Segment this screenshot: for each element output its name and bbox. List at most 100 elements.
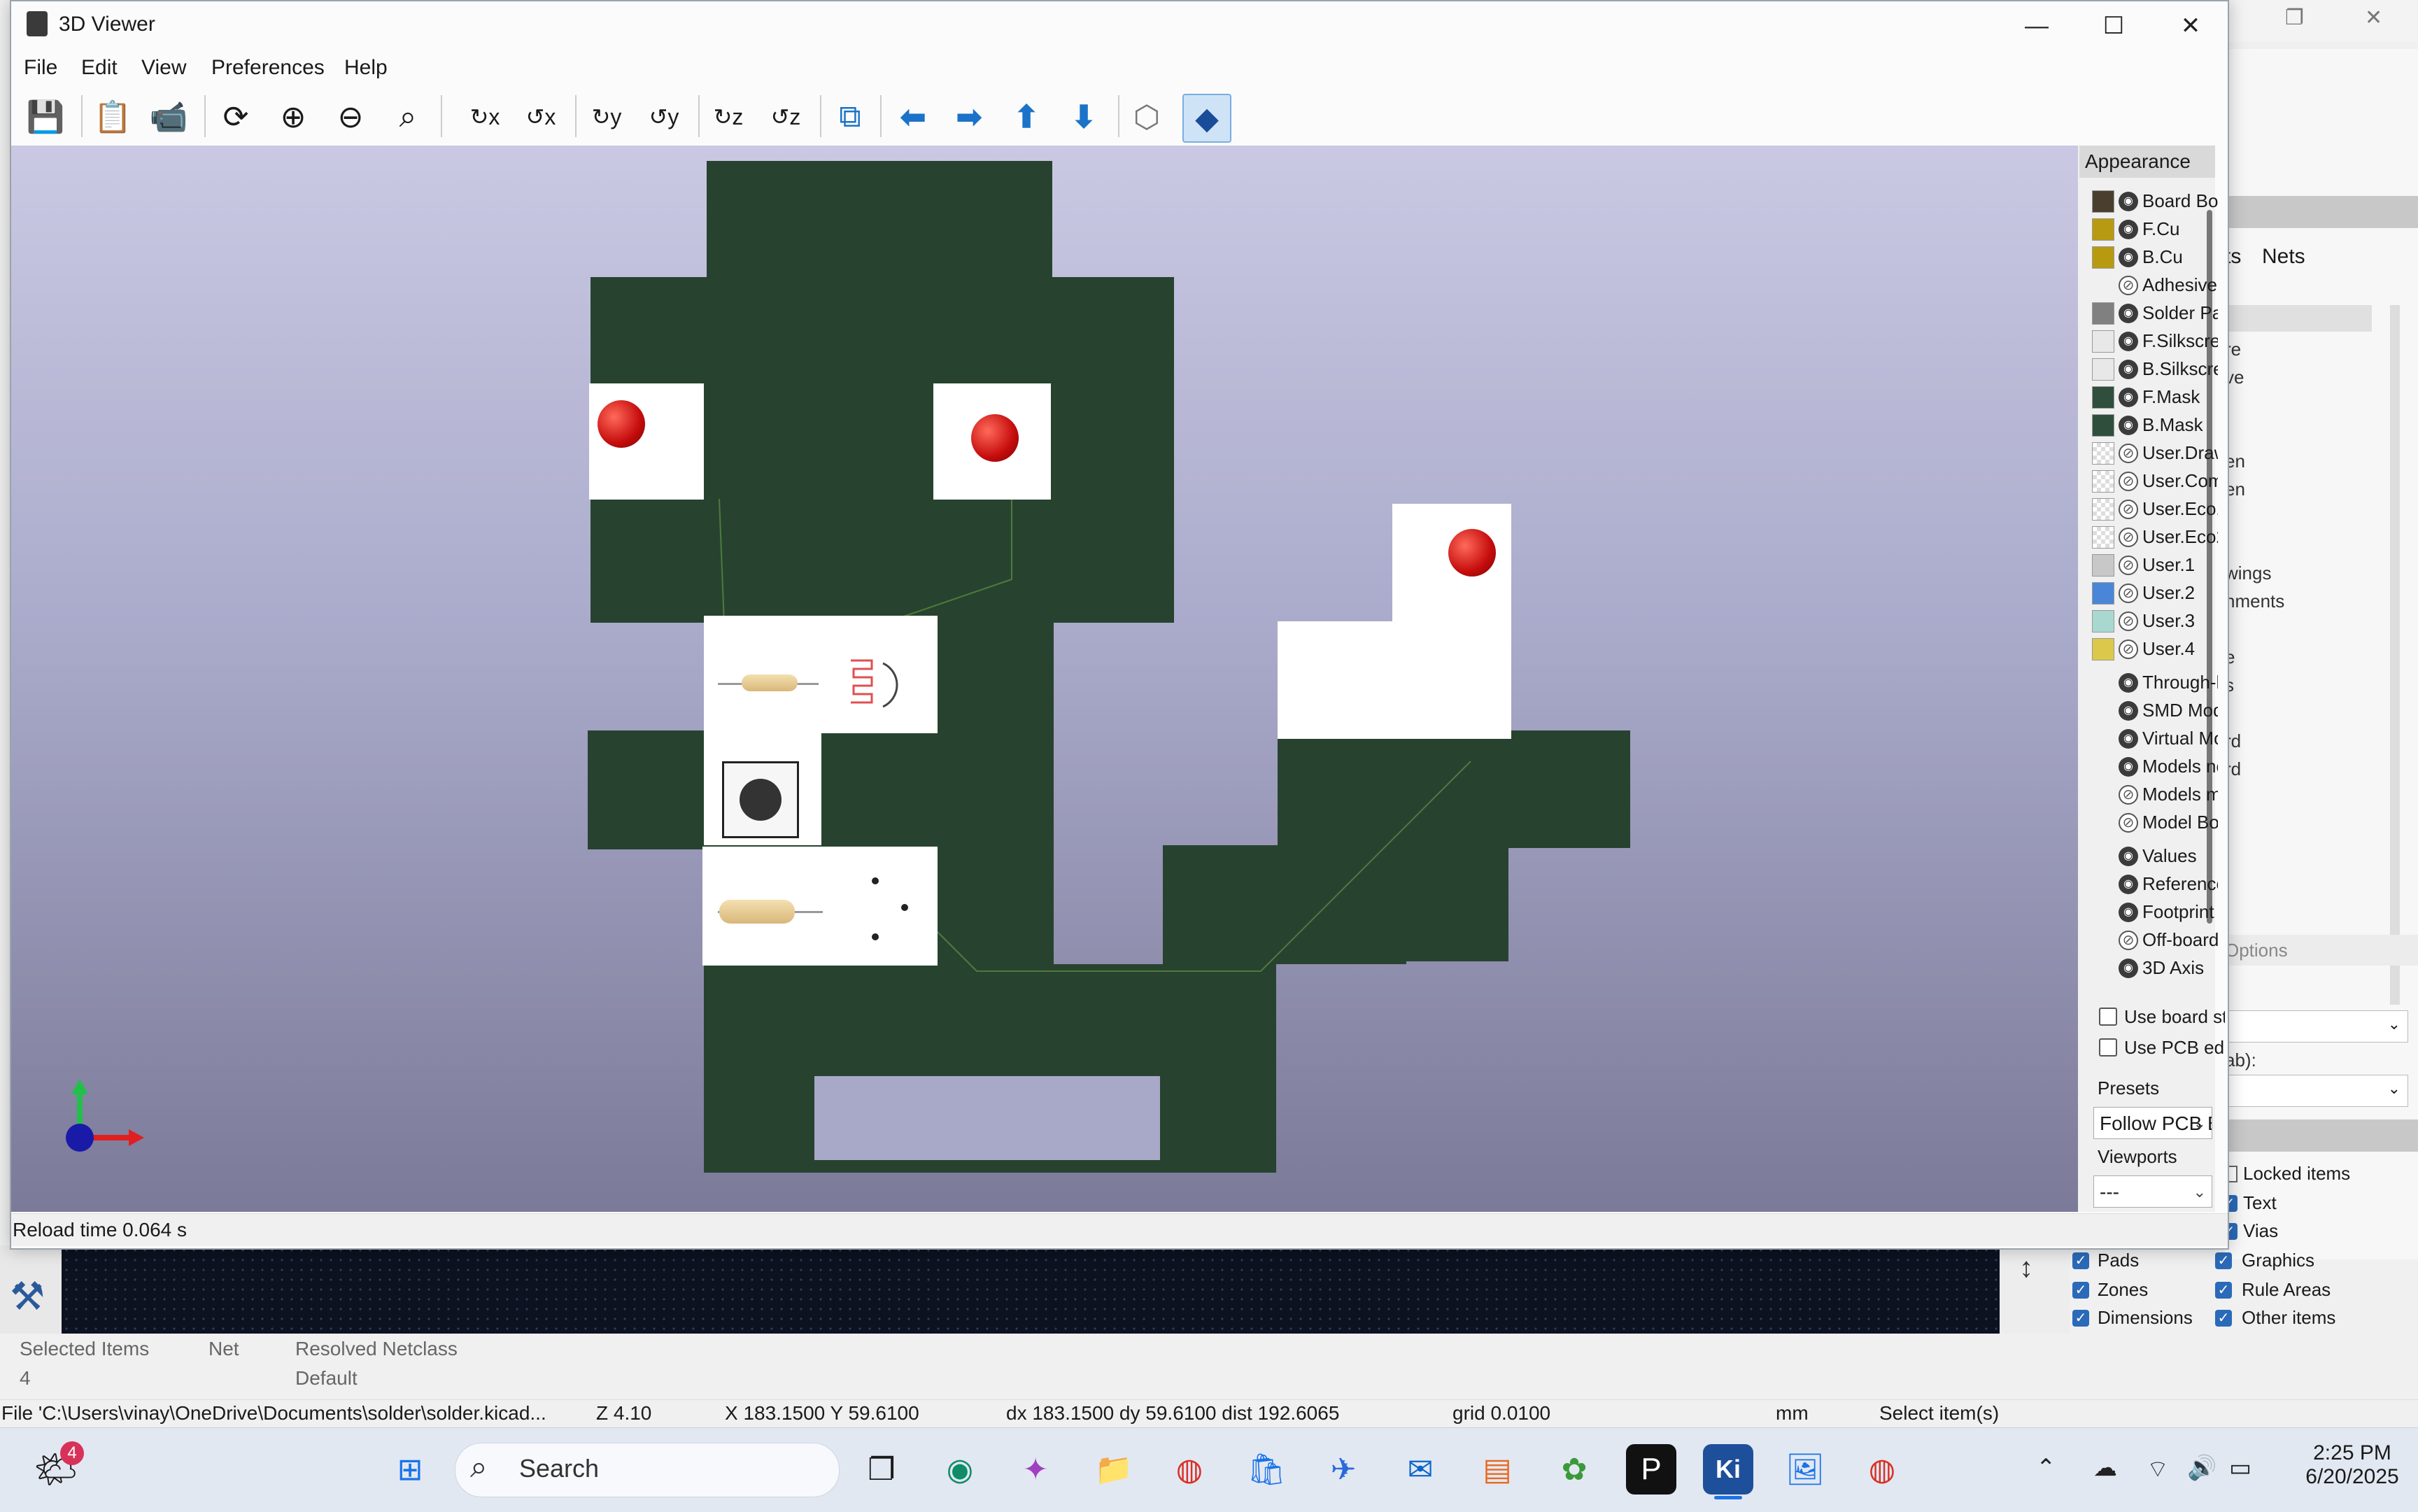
dimensions-checkbox[interactable]: ✓ bbox=[2072, 1310, 2089, 1327]
rotate-y-ccw-icon[interactable]: ↺y bbox=[641, 94, 687, 140]
eye-icon[interactable]: ◉ bbox=[2119, 729, 2138, 749]
layers-manager-icon[interactable]: ◆ bbox=[1182, 94, 1231, 143]
rotate-z-cw-icon[interactable]: ↻z bbox=[705, 94, 751, 140]
layer-row[interactable]: ◉ B.Mask bbox=[2092, 411, 2215, 439]
windows-start-icon[interactable]: ⊞ bbox=[385, 1444, 435, 1495]
object-item[interactable]: nments bbox=[2225, 591, 2284, 612]
zones-checkbox[interactable]: ✓ bbox=[2072, 1282, 2089, 1299]
layer-color-swatch[interactable] bbox=[2092, 442, 2114, 465]
layer-color-swatch[interactable] bbox=[2092, 358, 2114, 381]
eye-icon[interactable]: ◉ bbox=[2119, 192, 2138, 211]
volume-icon[interactable]: 🔊 bbox=[2187, 1454, 2216, 1482]
layer-row[interactable]: ⊘ Adhesive bbox=[2092, 271, 2217, 299]
move-up-icon[interactable]: ⬆ bbox=[1003, 94, 1049, 140]
rule-areas-checkbox[interactable]: ✓ bbox=[2215, 1282, 2232, 1299]
layer-row[interactable]: ◉ 3D Axis bbox=[2092, 954, 2215, 982]
pcb-canvas[interactable] bbox=[62, 1245, 2000, 1334]
layer-row[interactable]: ◉F.Silkscreen bbox=[2092, 327, 2218, 355]
objects-scrollbar[interactable] bbox=[2390, 305, 2400, 1005]
layer-color-swatch[interactable] bbox=[2092, 554, 2114, 577]
hidden-icon[interactable]: ⊘ bbox=[2119, 528, 2138, 547]
hidden-icon[interactable]: ⊘ bbox=[2119, 813, 2138, 833]
hidden-icon[interactable]: ⊘ bbox=[2119, 931, 2138, 950]
layer-color-swatch[interactable] bbox=[2092, 498, 2114, 521]
layer-color-swatch[interactable] bbox=[2092, 218, 2114, 241]
layer-row[interactable]: ◉ F.Cu bbox=[2092, 216, 2215, 243]
app-icon-green[interactable]: ✿ bbox=[1549, 1444, 1599, 1495]
pads-checkbox[interactable]: ✓ bbox=[2072, 1252, 2089, 1269]
app-icon-blue[interactable]: ✈ bbox=[1318, 1444, 1369, 1495]
orthographic-cube-icon[interactable]: ⬡ bbox=[1124, 94, 1170, 140]
close-button[interactable]: ✕ bbox=[2152, 8, 2229, 43]
eye-icon[interactable]: ◉ bbox=[2119, 220, 2138, 239]
presets-select[interactable]: Follow PCB Editor ⌄ bbox=[2093, 1107, 2212, 1139]
layer-color-swatch[interactable] bbox=[2092, 638, 2114, 660]
move-left-icon[interactable]: ⬅ bbox=[890, 94, 936, 140]
measure-icon[interactable]: ↕ bbox=[2019, 1252, 2033, 1284]
eye-icon[interactable]: ◉ bbox=[2119, 701, 2138, 721]
other-items-checkbox[interactable]: ✓ bbox=[2215, 1310, 2232, 1327]
layer-color-swatch[interactable] bbox=[2092, 414, 2114, 437]
net-display-select[interactable]: ⌄ bbox=[2225, 1010, 2408, 1043]
graphics-checkbox[interactable]: ✓ bbox=[2215, 1252, 2232, 1269]
push-button-3d-model[interactable] bbox=[722, 761, 799, 838]
search-input[interactable] bbox=[455, 1443, 840, 1497]
hidden-icon[interactable]: ⊘ bbox=[2119, 500, 2138, 519]
ratsnest-select[interactable]: ⌄ bbox=[2225, 1075, 2408, 1107]
eye-icon[interactable]: ◉ bbox=[2119, 332, 2138, 351]
eye-icon[interactable]: ◉ bbox=[2119, 248, 2138, 267]
layer-row[interactable]: ⊘User.Comments bbox=[2092, 467, 2218, 495]
chrome-profile-icon[interactable]: ◍ bbox=[1857, 1444, 1907, 1495]
store-icon[interactable]: 🛍 bbox=[1241, 1444, 1292, 1495]
layer-row[interactable]: ⊘Models marked DNP bbox=[2092, 781, 2218, 809]
layer-row[interactable]: ◉Solder Paste bbox=[2092, 299, 2218, 327]
menu-file[interactable]: File bbox=[24, 56, 57, 80]
led-3d-model[interactable] bbox=[971, 414, 1019, 462]
layer-color-swatch[interactable] bbox=[2092, 302, 2114, 325]
clock[interactable]: 2:25 PM 6/20/2025 bbox=[2295, 1441, 2410, 1489]
chrome-icon[interactable]: ◍ bbox=[1164, 1444, 1215, 1495]
eye-icon[interactable]: ◉ bbox=[2119, 673, 2138, 693]
layer-row[interactable]: ⊘ User.1 bbox=[2092, 551, 2215, 579]
layer-color-swatch[interactable] bbox=[2092, 526, 2114, 549]
eye-icon[interactable]: ◉ bbox=[2119, 875, 2138, 894]
move-down-icon[interactable]: ⬇ bbox=[1061, 94, 1107, 140]
file-explorer-icon[interactable]: 📁 bbox=[1089, 1444, 1139, 1495]
layer-row[interactable]: ⊘ User.2 bbox=[2092, 579, 2215, 607]
menu-help[interactable]: Help bbox=[344, 56, 388, 80]
zoom-fit-icon[interactable]: ⌕ bbox=[385, 94, 431, 140]
layer-row[interactable]: ◉Virtual Models bbox=[2092, 725, 2218, 753]
flip-board-icon[interactable]: ⧉ bbox=[827, 94, 873, 140]
resistor-3d-model[interactable] bbox=[742, 674, 798, 691]
eye-icon[interactable]: ◉ bbox=[2119, 388, 2138, 407]
layer-row[interactable]: ⊘ User.3 bbox=[2092, 607, 2215, 635]
kicad-icon[interactable]: Ki bbox=[1703, 1444, 1753, 1495]
hidden-icon[interactable]: ⊘ bbox=[2119, 785, 2138, 805]
layer-row[interactable]: ◉B.Silkscreen bbox=[2092, 355, 2218, 383]
layer-row[interactable]: ⊘Model Bounding Boxes bbox=[2092, 809, 2218, 837]
layer-row[interactable]: ⊘ User.Eco1 bbox=[2092, 495, 2218, 523]
pycharm-icon[interactable]: P bbox=[1626, 1444, 1676, 1495]
edge-icon[interactable]: ◉ bbox=[935, 1444, 985, 1495]
rotate-z-ccw-icon[interactable]: ↺z bbox=[763, 94, 809, 140]
tray-chevron-icon[interactable]: ⌃ bbox=[2036, 1454, 2056, 1482]
hidden-icon[interactable]: ⊘ bbox=[2119, 612, 2138, 631]
app-icon-orange[interactable]: ▤ bbox=[1472, 1444, 1522, 1495]
hidden-icon[interactable]: ⊘ bbox=[2119, 584, 2138, 603]
3d-canvas[interactable] bbox=[11, 146, 2088, 1212]
layer-row[interactable]: ◉SMD Models bbox=[2092, 697, 2218, 725]
tray-cloud-icon[interactable]: ☁ bbox=[2093, 1454, 2117, 1482]
outlook-icon[interactable]: ✉ bbox=[1395, 1444, 1445, 1495]
menu-edit[interactable]: Edit bbox=[81, 56, 118, 80]
use-pcb-editor-checkbox[interactable] bbox=[2099, 1038, 2117, 1057]
display-options-header[interactable]: Options bbox=[2225, 935, 2418, 966]
zoom-out-icon[interactable]: ⊖ bbox=[327, 94, 374, 140]
maximize-button[interactable]: ☐ bbox=[2075, 8, 2152, 43]
raytrace-icon[interactable]: 📹 bbox=[146, 94, 192, 140]
object-item[interactable]: wings bbox=[2225, 563, 2271, 584]
selected-object-row[interactable] bbox=[2225, 305, 2372, 332]
zoom-in-icon[interactable]: ⊕ bbox=[270, 94, 316, 140]
reload-board-icon[interactable]: 💾 bbox=[22, 94, 69, 140]
layer-row[interactable]: ◉ F.Mask bbox=[2092, 383, 2215, 411]
layer-row[interactable]: ◉Models not in POS File bbox=[2092, 753, 2218, 781]
